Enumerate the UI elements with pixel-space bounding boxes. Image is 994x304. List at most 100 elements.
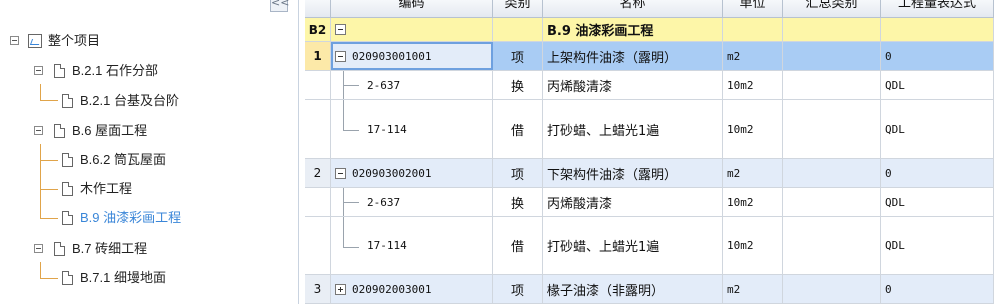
code-cell[interactable]: 17-114 <box>331 100 493 158</box>
quantity-expr-cell[interactable]: QDL <box>881 217 994 274</box>
tree-item-muzuo[interactable]: 木作工程 <box>62 176 262 202</box>
summary-type-cell[interactable] <box>783 217 881 274</box>
table-row-item[interactable]: 3 020902003001 项 椽子油漆（非露明） m2 0 <box>305 275 994 304</box>
name-cell[interactable]: 椽子油漆（非露明） <box>543 275 723 303</box>
type-cell[interactable]: 项 <box>493 42 543 70</box>
row-number: B2 <box>305 18 331 41</box>
tree-item-b71[interactable]: B.7.1 细墁地面 <box>62 265 262 291</box>
tree-connector <box>343 247 359 248</box>
summary-type-cell[interactable] <box>783 100 881 158</box>
header-name[interactable]: 名称 <box>543 0 723 17</box>
header-quantity-expr[interactable]: 工程量表达式 <box>881 0 994 17</box>
unit-cell[interactable] <box>723 18 783 41</box>
header-summary-type[interactable]: 汇总类别 <box>783 0 881 17</box>
quantity-expr-cell[interactable]: 0 <box>881 159 994 187</box>
collapse-toggle-icon[interactable] <box>34 126 43 135</box>
unit-cell[interactable]: 10m2 <box>723 71 783 99</box>
code-cell[interactable]: 2-637 <box>331 188 493 216</box>
tree-item-b21-taiji[interactable]: B.2.1 台基及台阶 <box>62 88 262 114</box>
tree-item-b7[interactable]: B.7 砖细工程 <box>34 236 254 262</box>
tree-connector <box>40 262 41 278</box>
table-row-sub[interactable]: 2-637 换 丙烯酸清漆 10m2 QDL <box>305 188 994 217</box>
table-row-sub[interactable]: 17-114 借 打砂蜡、上蜡光1遍 10m2 QDL <box>305 100 994 159</box>
code-cell[interactable]: 2-637 <box>331 71 493 99</box>
name-cell[interactable]: 丙烯酸清漆 <box>543 188 723 216</box>
type-cell[interactable]: 借 <box>493 217 543 274</box>
tree-item-label: 木作工程 <box>80 181 133 196</box>
summary-type-cell[interactable] <box>783 159 881 187</box>
summary-type-cell[interactable] <box>783 71 881 99</box>
tree-connector <box>40 278 58 279</box>
name-cell[interactable]: 打砂蜡、上蜡光1遍 <box>543 217 723 274</box>
table-row-item[interactable]: 2 020903002001 项 下架构件油漆（露明） m2 0 <box>305 159 994 188</box>
collapse-panel-button[interactable]: << <box>270 0 289 12</box>
table-row-section[interactable]: B2 B.9 油漆彩画工程 <box>305 18 994 42</box>
tree-connector <box>40 218 58 219</box>
type-cell[interactable]: 换 <box>493 71 543 99</box>
tree-connector <box>343 202 359 203</box>
tree-item-label: B.6.2 筒瓦屋面 <box>80 152 166 167</box>
unit-cell[interactable]: 10m2 <box>723 100 783 158</box>
quantity-expr-cell[interactable]: 0 <box>881 42 994 70</box>
tree-item-label: B.7.1 细墁地面 <box>80 270 166 285</box>
tree-item-b21[interactable]: B.2.1 石作分部 <box>34 58 254 84</box>
quantity-expr-cell[interactable]: QDL <box>881 71 994 99</box>
type-cell[interactable] <box>493 18 543 41</box>
name-cell[interactable]: B.9 油漆彩画工程 <box>543 18 723 41</box>
expand-toggle-icon[interactable] <box>335 283 346 295</box>
document-icon <box>54 242 65 256</box>
quantity-expr-cell[interactable] <box>881 18 994 41</box>
table-row-sub[interactable]: 17-114 借 打砂蜡、上蜡光1遍 10m2 QDL <box>305 217 994 275</box>
name-cell[interactable]: 丙烯酸清漆 <box>543 71 723 99</box>
table-row-item-selected[interactable]: 1 020903001001 项 上架构件油漆（露明） m2 0 <box>305 42 994 71</box>
tree-item-root[interactable]: 整个项目 <box>10 28 210 54</box>
collapse-toggle-icon[interactable] <box>335 50 346 62</box>
summary-type-cell[interactable] <box>783 42 881 70</box>
document-icon <box>62 271 73 285</box>
code-cell[interactable]: 020903001001 <box>331 42 493 70</box>
name-cell[interactable]: 上架构件油漆（露明） <box>543 42 723 70</box>
row-number <box>305 217 331 274</box>
type-cell[interactable]: 项 <box>493 159 543 187</box>
summary-type-cell[interactable] <box>783 18 881 41</box>
tree-item-b62[interactable]: B.6.2 筒瓦屋面 <box>62 147 262 173</box>
unit-cell[interactable]: 10m2 <box>723 188 783 216</box>
collapse-toggle-icon[interactable] <box>10 36 19 45</box>
table-row-sub[interactable]: 2-637 换 丙烯酸清漆 10m2 QDL <box>305 71 994 100</box>
header-code[interactable]: 编码 <box>331 0 493 17</box>
type-cell[interactable]: 借 <box>493 100 543 158</box>
grid-header: 编码 类别 名称 单位 汇总类别 工程量表达式 <box>305 0 994 18</box>
tree-item-b9-selected[interactable]: B.9 油漆彩画工程 <box>62 205 262 231</box>
summary-type-cell[interactable] <box>783 188 881 216</box>
header-unit[interactable]: 单位 <box>723 0 783 17</box>
type-cell[interactable]: 换 <box>493 188 543 216</box>
code-text: 020903002001 <box>352 166 432 180</box>
collapse-toggle-icon[interactable] <box>335 167 346 179</box>
collapse-toggle-icon[interactable] <box>335 24 346 35</box>
code-cell[interactable]: 020903002001 <box>331 159 493 187</box>
unit-cell[interactable]: m2 <box>723 42 783 70</box>
unit-cell[interactable]: m2 <box>723 159 783 187</box>
summary-type-cell[interactable] <box>783 275 881 303</box>
unit-cell[interactable]: m2 <box>723 275 783 303</box>
tree-item-label: B.6 屋面工程 <box>72 123 148 138</box>
tree-connector <box>40 160 58 161</box>
tree-connector <box>343 100 344 130</box>
name-cell[interactable]: 打砂蜡、上蜡光1遍 <box>543 100 723 158</box>
project-tree-panel: << 整个项目 B.2.1 石作分部 B.2.1 台基及台阶 B.6 屋面工程 … <box>0 0 299 304</box>
code-cell[interactable]: 020902003001 <box>331 275 493 303</box>
row-number: 2 <box>305 159 331 187</box>
tree-item-b6[interactable]: B.6 屋面工程 <box>34 118 254 144</box>
code-cell[interactable] <box>331 18 493 41</box>
collapse-toggle-icon[interactable] <box>34 244 43 253</box>
code-cell[interactable]: 17-114 <box>331 217 493 274</box>
header-type[interactable]: 类别 <box>493 0 543 17</box>
name-cell[interactable]: 下架构件油漆（露明） <box>543 159 723 187</box>
unit-cell[interactable]: 10m2 <box>723 217 783 274</box>
collapse-toggle-icon[interactable] <box>34 66 43 75</box>
quantity-expr-cell[interactable]: 0 <box>881 275 994 303</box>
quantity-expr-cell[interactable]: QDL <box>881 188 994 216</box>
quantity-expr-cell[interactable]: QDL <box>881 100 994 158</box>
type-cell[interactable]: 项 <box>493 275 543 303</box>
bill-grid: 编码 类别 名称 单位 汇总类别 工程量表达式 B2 B.9 油漆彩画工程 1 … <box>305 0 994 304</box>
